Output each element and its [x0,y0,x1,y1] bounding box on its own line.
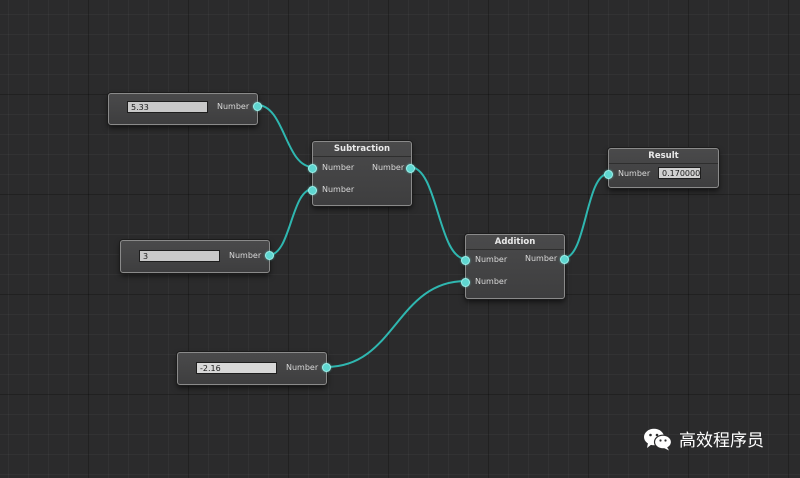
input-port-1[interactable] [308,164,317,173]
input-node-c[interactable]: -2.16 Number [177,352,331,385]
input-label-1: Number [475,255,508,264]
node-title: Addition [466,235,564,250]
output-label: Number [372,163,405,172]
node-graph-canvas[interactable]: 5.33 Number 3 Number -2.16 Number Subtra… [0,0,800,478]
input-label-2: Number [322,185,355,194]
node-title: Result [609,149,718,164]
input-port-2[interactable] [461,278,470,287]
number-input-field[interactable]: 3 [139,250,220,262]
wire-addition-to-result [563,173,609,259]
output-label: Number [217,102,250,111]
node-title: Subtraction [313,142,411,157]
input-label-2: Number [475,277,508,286]
wire-input-b-to-subtraction [268,188,314,256]
result-node[interactable]: Result Number 0.170000 [604,148,719,188]
input-port-2[interactable] [308,186,317,195]
result-value-display: 0.170000 [658,167,701,179]
connection-wires [256,104,609,368]
input-node-b[interactable]: 3 Number [120,240,274,273]
number-input-field[interactable]: -2.16 [196,362,277,374]
input-label-1: Number [322,163,355,172]
output-port[interactable] [253,102,262,111]
output-port[interactable] [406,164,415,173]
input-node-a[interactable]: 5.33 Number [108,93,262,125]
output-label: Number [229,251,262,260]
wechat-icon [644,428,673,450]
number-input-field[interactable]: 5.33 [127,101,208,113]
input-port[interactable] [604,170,613,179]
input-port-1[interactable] [461,256,470,265]
output-port[interactable] [560,255,569,264]
watermark-text: 高效程序员 [679,431,764,451]
output-port[interactable] [265,251,274,260]
output-port[interactable] [322,363,331,372]
output-label: Number [286,363,319,372]
subtraction-node[interactable]: Subtraction Number Number Number [308,141,415,206]
addition-node[interactable]: Addition Number Number Number [461,234,569,299]
watermark: 高效程序员 [643,426,764,451]
output-label: Number [525,254,558,263]
wire-input-a-to-subtraction [256,104,314,168]
wire-input-c-to-addition [325,280,467,368]
wire-subtraction-to-addition [409,166,467,260]
input-label: Number [618,169,651,178]
